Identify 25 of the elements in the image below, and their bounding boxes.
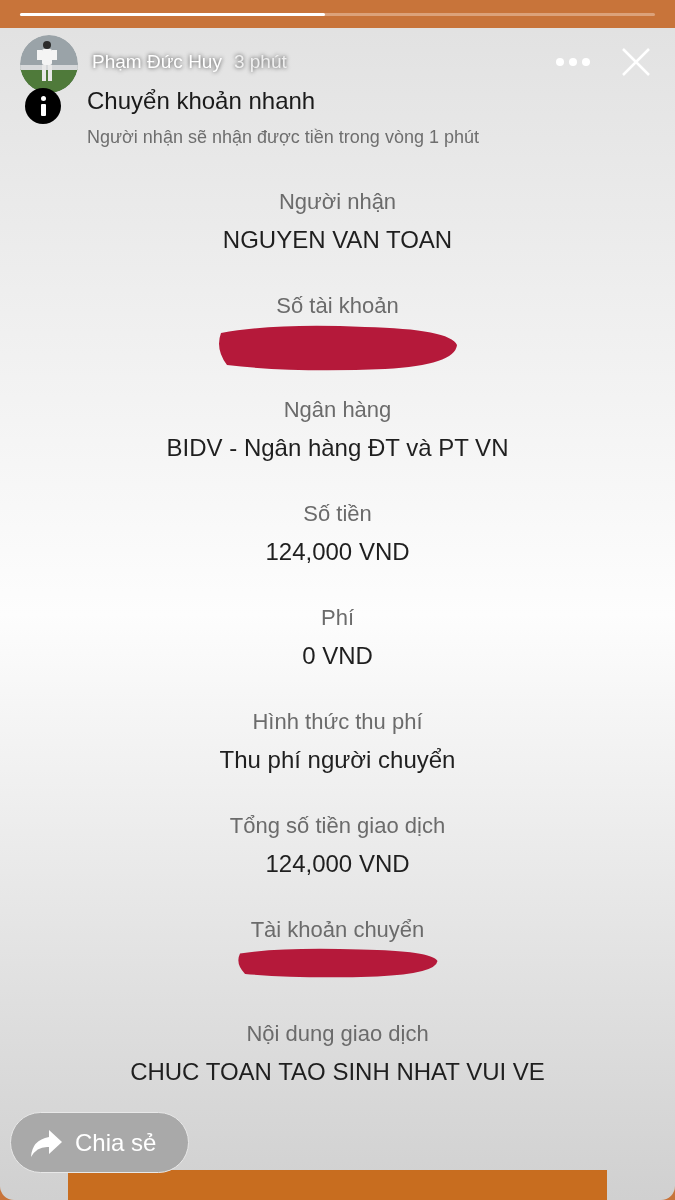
field-label: Tổng số tiền giao dịch [229,812,446,840]
field-label: Hình thức thu phí [252,708,423,736]
field-value: 124,000 VND [265,537,410,567]
field-value: 124,000 VND [265,849,410,879]
field-value: CHUC TOAN TAO SINH NHAT VUI VE [130,1057,545,1087]
more-icon[interactable] [555,57,591,67]
close-icon[interactable] [621,47,651,77]
author-name[interactable]: Phạm Đức Huy [92,47,222,77]
field-label: Nội dung giao dịch [246,1020,429,1048]
field-label: Phí [321,604,354,632]
field-label: Số tiền [303,500,372,528]
transfer-subtitle: Người nhận sẽ nhận được tiền trong vòng 1 phút [87,126,480,149]
transfer-title: Chuyển khoản nhanh [87,86,317,116]
field-value: NGUYEN VAN TOAN [222,225,453,255]
field-value: 0 VND [302,641,373,671]
story-time: 3 phút [233,49,287,74]
field-value: Thu phí người chuyển [219,745,456,775]
field-label: Người nhận [278,188,397,216]
field-label: Số tài khoản [276,292,399,320]
info-icon[interactable] [25,88,61,124]
action-button[interactable] [68,1170,607,1200]
field-label: Ngân hàng [283,396,392,424]
share-arrow-icon [29,1127,63,1158]
field-value: BIDV - Ngân hàng ĐT và PT VN [166,433,509,463]
field-label: Tài khoản chuyển [250,916,425,944]
